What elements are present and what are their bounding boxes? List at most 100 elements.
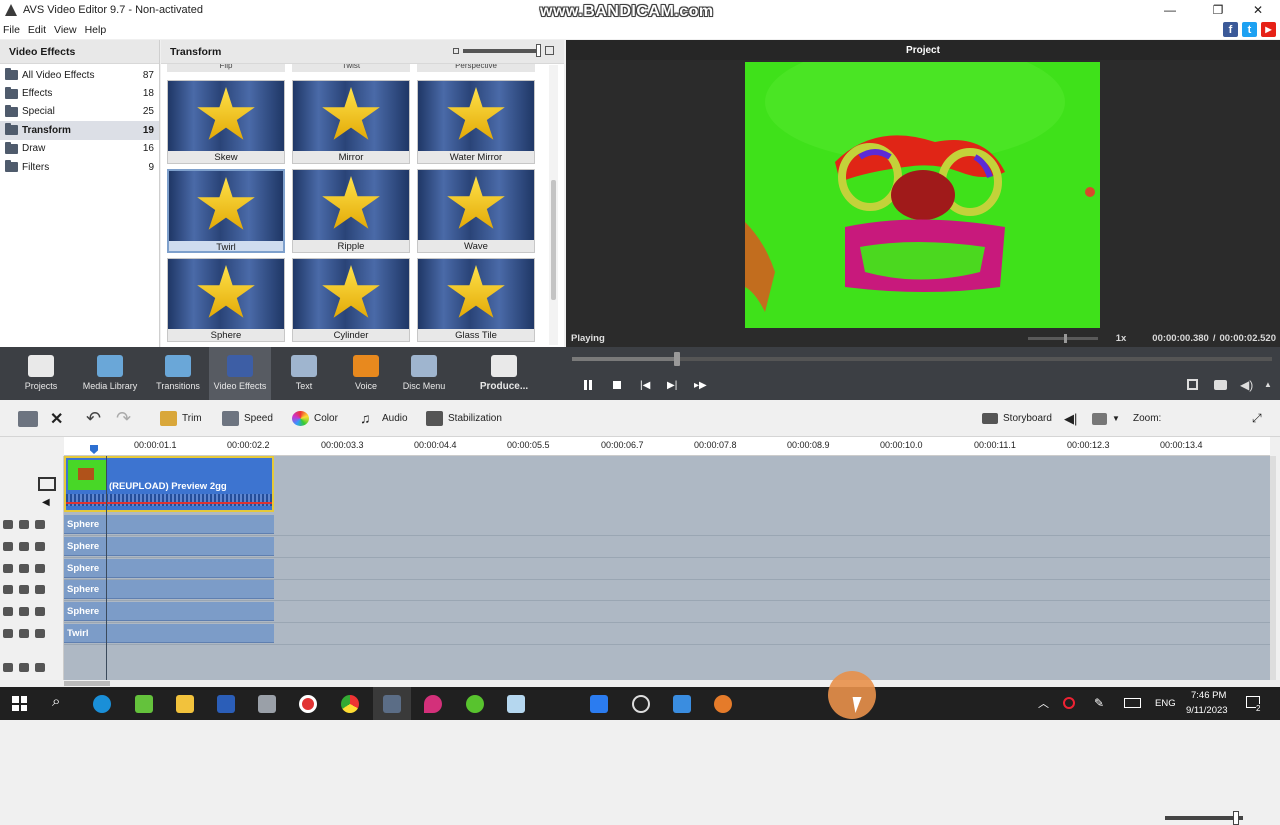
- play-selection-icon[interactable]: ▸▶: [694, 380, 707, 391]
- zoom-slider[interactable]: [1165, 811, 1243, 825]
- search-icon[interactable]: ⌕: [52, 693, 60, 710]
- more-arrow-icon[interactable]: ▲: [1264, 380, 1272, 389]
- stop-icon[interactable]: [613, 381, 621, 389]
- transitions-button[interactable]: Transitions: [147, 347, 209, 400]
- effect-water-mirror[interactable]: Water Mirror: [417, 80, 535, 164]
- facebook-icon[interactable]: f: [1223, 22, 1238, 37]
- visibility-eye-icon[interactable]: [3, 663, 13, 672]
- effect-star-icon[interactable]: [35, 563, 45, 573]
- app-icon-pink[interactable]: [424, 695, 442, 713]
- close-button[interactable]: ✕: [1236, 0, 1280, 20]
- app-icon-orange[interactable]: [714, 695, 732, 713]
- projects-button[interactable]: Projects: [10, 347, 72, 400]
- tracks-vscroll[interactable]: [1270, 456, 1276, 680]
- file-explorer-icon[interactable]: [176, 695, 194, 713]
- visibility-eye-icon[interactable]: [3, 629, 13, 638]
- pause-icon[interactable]: [584, 380, 594, 390]
- app-icon-gray[interactable]: [258, 695, 276, 713]
- lock-icon[interactable]: [19, 563, 29, 573]
- snapshot-icon[interactable]: [1214, 380, 1227, 390]
- visibility-eye-icon[interactable]: [3, 585, 13, 595]
- effect-cylinder[interactable]: Cylinder: [292, 258, 410, 342]
- effect-clip[interactable]: Sphere: [64, 580, 274, 600]
- media-library-button[interactable]: Media Library: [79, 347, 141, 400]
- bandicam-icon[interactable]: [299, 695, 317, 713]
- redo-icon[interactable]: ↷: [116, 400, 131, 437]
- app-icon-penguin[interactable]: [632, 695, 650, 713]
- lock-icon[interactable]: [19, 541, 29, 551]
- menu-help[interactable]: Help: [85, 24, 107, 36]
- size-slider-track[interactable]: [463, 43, 541, 57]
- menu-view[interactable]: View: [54, 24, 77, 36]
- youtube-icon[interactable]: ▶: [1261, 22, 1276, 37]
- speed-button[interactable]: Speed: [222, 400, 273, 437]
- visibility-eye-icon[interactable]: [3, 520, 13, 529]
- seek-bar[interactable]: [572, 352, 1272, 366]
- effect-clip[interactable]: Sphere: [64, 602, 274, 622]
- effect-sphere[interactable]: Sphere: [167, 258, 285, 342]
- effect-star-icon[interactable]: [35, 541, 45, 551]
- edge-icon[interactable]: [93, 695, 111, 713]
- category-transform[interactable]: Transform 19: [0, 121, 159, 140]
- maximize-button[interactable]: ❐: [1196, 0, 1240, 20]
- visibility-eye-icon[interactable]: [3, 607, 13, 617]
- app-icon-green[interactable]: [135, 695, 153, 713]
- clock-time[interactable]: 7:46 PM: [1191, 690, 1226, 701]
- effect-twirl[interactable]: Twirl: [167, 169, 285, 253]
- category-special[interactable]: Special 25: [0, 103, 159, 121]
- disc-menu-button[interactable]: Disc Menu: [393, 347, 455, 400]
- voice-button[interactable]: Voice: [335, 347, 397, 400]
- effect-clip[interactable]: Sphere: [64, 536, 274, 556]
- delete-icon[interactable]: ✕: [50, 400, 63, 437]
- timeline-hscroll[interactable]: [0, 680, 1280, 687]
- visibility-eye-icon[interactable]: [3, 541, 13, 551]
- lock-icon[interactable]: [19, 585, 29, 595]
- menu-file[interactable]: File: [3, 24, 20, 36]
- lock-icon[interactable]: [19, 520, 29, 529]
- zalo-icon[interactable]: [590, 695, 608, 713]
- language-indicator[interactable]: ENG: [1155, 698, 1176, 709]
- visibility-eye-icon[interactable]: [3, 563, 13, 573]
- next-frame-icon[interactable]: ▶|: [667, 380, 677, 391]
- effect-star-icon[interactable]: [35, 629, 45, 638]
- effect-mirror[interactable]: Mirror: [292, 80, 410, 164]
- category-effects[interactable]: Effects 18: [0, 84, 159, 102]
- tray-arrow-icon[interactable]: ︿: [1038, 695, 1049, 711]
- storyboard-button[interactable]: Storyboard: [982, 400, 1052, 437]
- audio-mixer-icon[interactable]: ◀|: [1064, 400, 1077, 437]
- effect-clip[interactable]: Twirl: [64, 624, 274, 643]
- lock-icon[interactable]: [19, 607, 29, 617]
- effect-twist[interactable]: Twist: [292, 64, 410, 72]
- video-clip[interactable]: (REUPLOAD) Preview 2gg: [64, 456, 274, 512]
- audio-mute-icon[interactable]: ◀: [42, 497, 50, 508]
- avs-editor-icon[interactable]: [383, 695, 401, 713]
- effect-star-icon[interactable]: [35, 585, 45, 595]
- clock-date[interactable]: 9/11/2023: [1186, 705, 1228, 716]
- timeline-ruler[interactable]: 00:00:01.1 00:00:02.2 00:00:03.3 00:00:04.4…: [64, 437, 1270, 456]
- storyboard-select-icon[interactable]: [18, 400, 43, 437]
- audio-button[interactable]: ♫ Audio: [360, 400, 408, 437]
- thumb-size-slider[interactable]: [453, 43, 554, 57]
- fit-zoom-icon[interactable]: ⤢: [1252, 400, 1262, 437]
- produce-button[interactable]: Produce...: [473, 347, 535, 400]
- effects-scrollbar[interactable]: [549, 65, 558, 345]
- lock-icon[interactable]: [19, 663, 29, 672]
- minimize-button[interactable]: —: [1148, 0, 1192, 20]
- tray-keyboard-icon[interactable]: [1124, 698, 1141, 708]
- previous-frame-icon[interactable]: |◀: [640, 380, 650, 391]
- volume-icon[interactable]: ◀): [1240, 378, 1253, 392]
- effect-star-icon[interactable]: [35, 607, 45, 617]
- effect-star-icon[interactable]: [35, 520, 45, 529]
- effect-clip[interactable]: Sphere: [64, 515, 274, 534]
- chrome-icon[interactable]: [341, 695, 359, 713]
- effect-ripple[interactable]: Ripple: [292, 169, 410, 253]
- tray-record-icon[interactable]: [1063, 697, 1075, 709]
- category-filters[interactable]: Filters 9: [0, 158, 159, 176]
- effect-wave[interactable]: Wave: [417, 169, 535, 253]
- color-button[interactable]: Color: [292, 400, 338, 437]
- fullscreen-icon[interactable]: [1187, 379, 1198, 390]
- seek-handle[interactable]: [674, 352, 680, 366]
- add-track-icon[interactable]: [35, 663, 45, 672]
- trim-button[interactable]: Trim: [160, 400, 202, 437]
- effect-flip[interactable]: Flip: [167, 64, 285, 72]
